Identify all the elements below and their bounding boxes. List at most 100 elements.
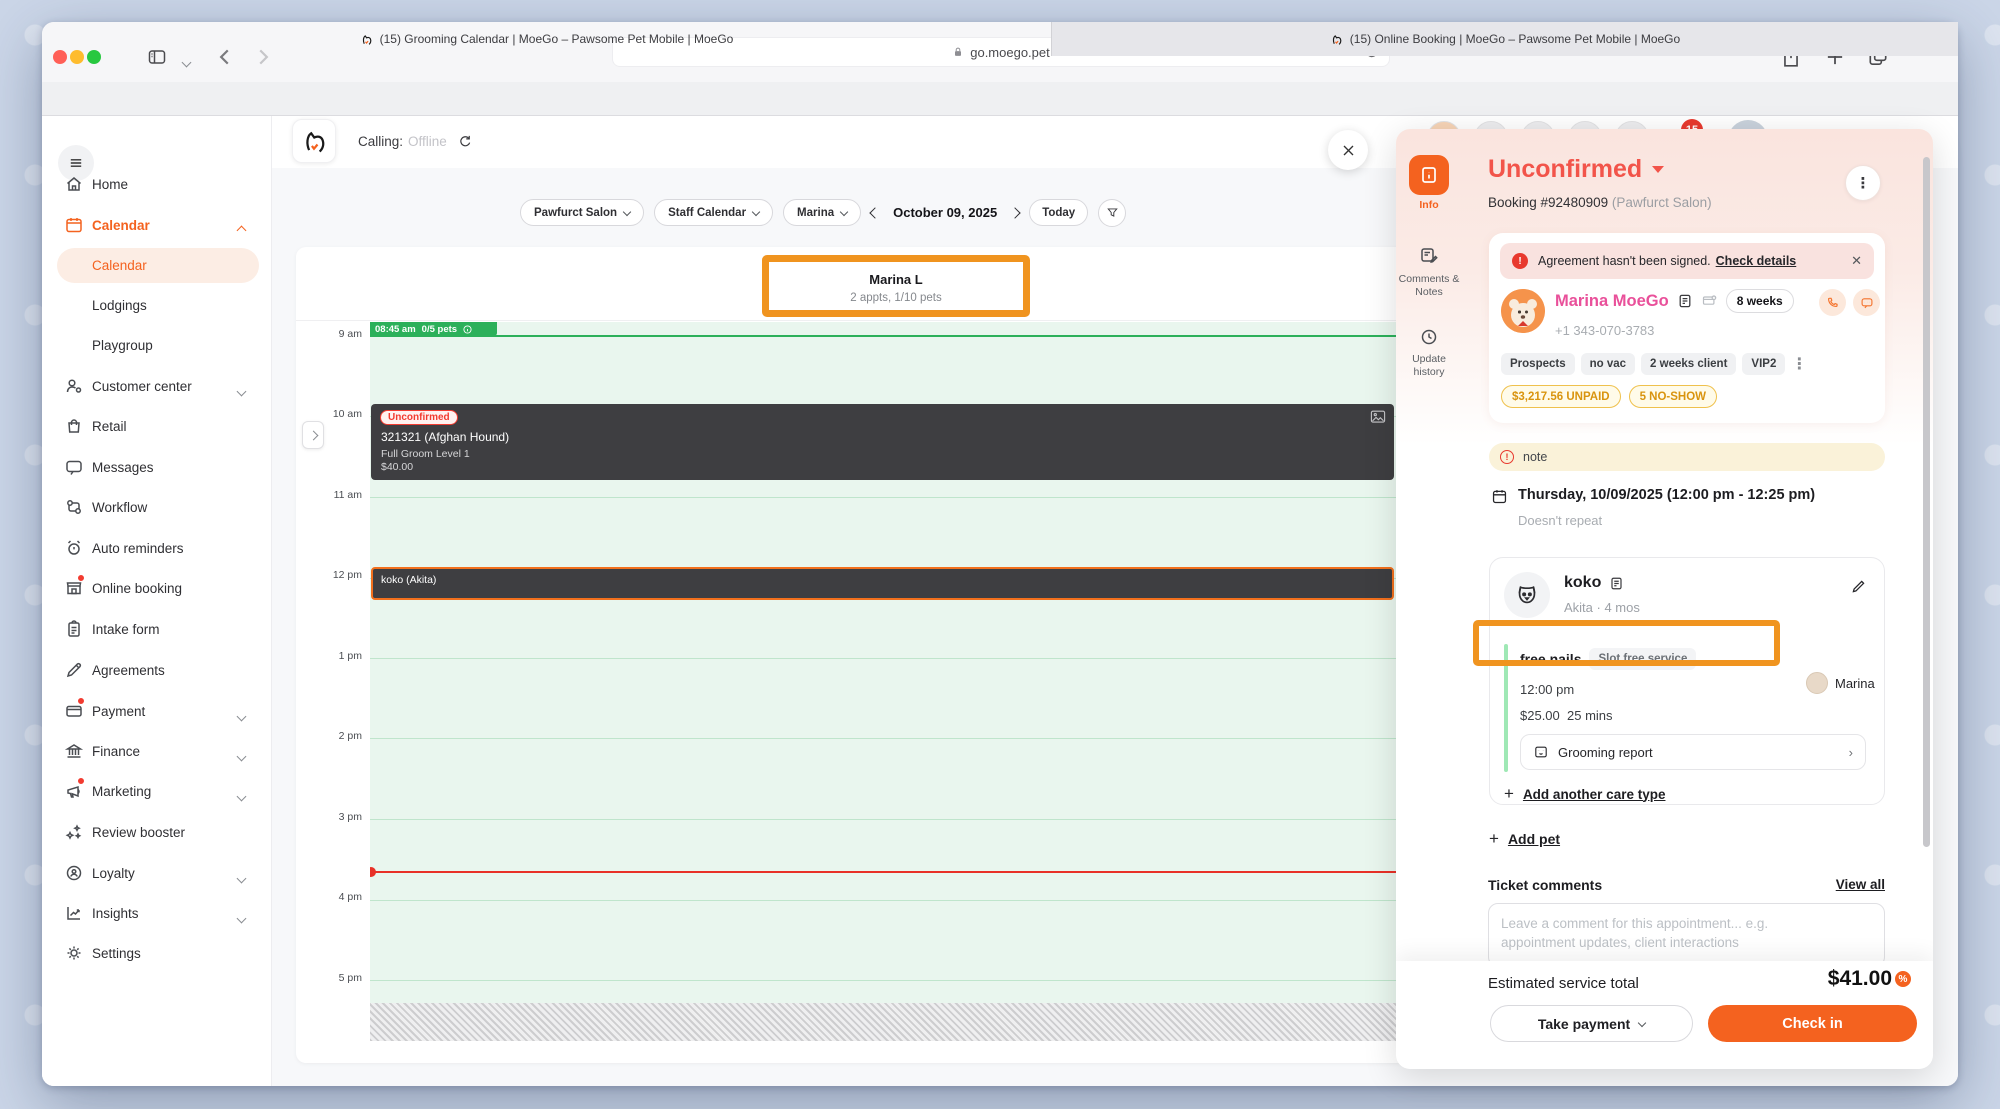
panel-scrollbar[interactable] bbox=[1923, 157, 1930, 847]
service-time: 12:00 pm bbox=[1520, 682, 1574, 697]
close-panel-button[interactable] bbox=[1328, 130, 1368, 170]
view-all-link[interactable]: View all bbox=[1785, 877, 1885, 892]
location-dropdown[interactable]: Pawfurct Salon bbox=[520, 199, 644, 226]
expand-sidebar-chevron[interactable] bbox=[302, 421, 324, 449]
sidebar-item-lodgings[interactable]: Lodgings bbox=[42, 285, 272, 326]
refresh-icon[interactable] bbox=[458, 134, 473, 149]
tag[interactable]: no vac bbox=[1581, 353, 1635, 375]
bank-icon bbox=[64, 741, 84, 761]
chevron-down-icon bbox=[238, 707, 245, 725]
noshow-badge[interactable]: 5 NO-SHOW bbox=[1629, 385, 1717, 408]
time-label: 5 pm bbox=[296, 972, 362, 984]
sidebar-item-settings[interactable]: Settings bbox=[42, 933, 272, 974]
tag[interactable]: Prospects bbox=[1501, 353, 1575, 375]
grooming-report-button[interactable]: Grooming report › bbox=[1520, 734, 1866, 770]
sidebar-item-online-booking[interactable]: Online booking bbox=[42, 568, 272, 609]
pet-note-icon[interactable] bbox=[1609, 576, 1624, 591]
photo-icon bbox=[1370, 410, 1386, 424]
chevron-down-icon bbox=[623, 207, 631, 215]
appointment-koko-selected[interactable]: koko (Akita) bbox=[371, 567, 1394, 600]
prev-day-button[interactable] bbox=[869, 207, 880, 218]
phone-icon bbox=[1826, 296, 1839, 309]
sidebar-item-agreements[interactable]: Agreements bbox=[42, 650, 272, 691]
sidebar-item-loyalty[interactable]: Loyalty bbox=[42, 853, 272, 894]
more-tags-icon[interactable]: ⋮ bbox=[1791, 354, 1807, 374]
filter-button[interactable] bbox=[1098, 199, 1126, 227]
add-care-type-link[interactable]: + Add another care type bbox=[1504, 784, 1665, 804]
staff-name: Marina bbox=[1835, 676, 1875, 691]
next-day-button[interactable] bbox=[1010, 207, 1021, 218]
tag[interactable]: 2 weeks client bbox=[1641, 353, 1736, 375]
tag[interactable]: VIP2 bbox=[1742, 353, 1785, 375]
sidebar-item-review-booster[interactable]: Review booster bbox=[42, 812, 272, 853]
service-price: $25.00 bbox=[1520, 708, 1560, 723]
sidebar-item-intake-form[interactable]: Intake form bbox=[42, 609, 272, 650]
pet-name[interactable]: koko bbox=[1564, 574, 1601, 592]
home-icon bbox=[64, 174, 84, 194]
chevron-down-icon bbox=[840, 207, 848, 215]
status-badge: Unconfirmed bbox=[380, 410, 458, 425]
appointment-datetime: Thursday, 10/09/2025 (12:00 pm - 12:25 p… bbox=[1518, 487, 1815, 503]
view-dropdown[interactable]: Staff Calendar bbox=[654, 199, 773, 226]
sidebar-item-customer-center[interactable]: Customer center bbox=[42, 366, 272, 407]
tab-update-history[interactable] bbox=[1419, 327, 1439, 347]
close-alert-icon[interactable]: ✕ bbox=[1851, 253, 1862, 269]
sidebar-item-messages[interactable]: Messages bbox=[42, 447, 272, 488]
appointment-afghan-hound[interactable]: Unconfirmed 321321 (Afghan Hound) Full G… bbox=[371, 404, 1394, 480]
appointment-service: Full Groom Level 1 bbox=[381, 448, 1394, 460]
today-button[interactable]: Today bbox=[1029, 199, 1088, 226]
annotation-box-staff-header bbox=[762, 255, 1030, 317]
calling-label: Calling: bbox=[358, 134, 403, 149]
total-label: Estimated service total bbox=[1488, 975, 1639, 992]
unpaid-badge[interactable]: $3,217.56 UNPAID bbox=[1501, 385, 1621, 408]
sidebar-item-workflow[interactable]: Workflow bbox=[42, 487, 272, 528]
time-label: 11 am bbox=[296, 489, 362, 501]
annotation-box-free-nails bbox=[1473, 620, 1780, 666]
edit-pencil-icon[interactable] bbox=[1850, 578, 1867, 595]
messages-icon bbox=[64, 457, 84, 477]
booking-note[interactable]: ! note bbox=[1489, 443, 1885, 471]
sidebar-item-playgroup[interactable]: Playgroup bbox=[42, 325, 272, 366]
sidebar-item-finance[interactable]: Finance bbox=[42, 731, 272, 772]
sidebar-item-home[interactable]: Home bbox=[42, 164, 272, 205]
client-name[interactable]: Marina MoeGo bbox=[1555, 292, 1669, 311]
card-on-file-icon[interactable] bbox=[1701, 293, 1718, 309]
add-pet-link[interactable]: + Add pet bbox=[1489, 829, 1560, 849]
message-button[interactable] bbox=[1853, 289, 1880, 316]
call-button[interactable] bbox=[1819, 289, 1846, 316]
capacity-badge[interactable]: 08:45 am 0/5 pets bbox=[370, 322, 497, 336]
comment-input[interactable]: Leave a comment for this appointment... … bbox=[1488, 903, 1885, 967]
sidebar-item-auto-reminders[interactable]: Auto reminders bbox=[42, 528, 272, 569]
sidebar-item-payment[interactable]: Payment bbox=[42, 691, 272, 732]
check-details-link[interactable]: Check details bbox=[1716, 254, 1797, 268]
tab-online-booking[interactable]: (15) Online Booking | MoeGo – Pawsome Pe… bbox=[1051, 22, 1958, 56]
pet-avatar[interactable] bbox=[1504, 572, 1550, 618]
assigned-staff: Marina bbox=[1806, 672, 1875, 694]
discount-badge-icon[interactable]: % bbox=[1895, 971, 1911, 987]
client-avatar[interactable] bbox=[1501, 289, 1545, 333]
tab-grooming-calendar[interactable]: (15) Grooming Calendar | MoeGo – Pawsome… bbox=[42, 22, 1051, 56]
tab-update-label2: history bbox=[1396, 366, 1462, 379]
tab-comments-notes[interactable] bbox=[1419, 245, 1439, 265]
tab-info[interactable] bbox=[1409, 155, 1449, 195]
calendar-grid[interactable]: 08:45 am 0/5 pets Unconfirmed 321321 (Af… bbox=[370, 322, 1422, 1003]
visit-frequency-pill[interactable]: 8 weeks bbox=[1726, 289, 1794, 313]
client-card: ! Agreement hasn't been signed. Check de… bbox=[1489, 233, 1885, 423]
client-note-icon[interactable] bbox=[1677, 293, 1693, 309]
pomeranian-avatar bbox=[1501, 289, 1545, 333]
more-options-button[interactable]: ⋮ bbox=[1845, 165, 1881, 201]
sidebar-item-calendar[interactable]: Calendar bbox=[42, 205, 272, 246]
clipboard-icon bbox=[64, 619, 84, 639]
app-sidebar: Home Calendar Calendar Lodgings Playgrou… bbox=[42, 116, 272, 1086]
sidebar-item-marketing[interactable]: Marketing bbox=[42, 771, 272, 812]
booking-status-dropdown[interactable]: Unconfirmed bbox=[1488, 155, 1664, 184]
staff-dropdown[interactable]: Marina bbox=[783, 199, 861, 226]
sidebar-item-insights[interactable]: Insights bbox=[42, 893, 272, 934]
sidebar-item-retail[interactable]: Retail bbox=[42, 406, 272, 447]
sidebar-item-calendar-sub[interactable]: Calendar bbox=[42, 245, 272, 286]
take-payment-button[interactable]: Take payment bbox=[1490, 1005, 1693, 1042]
staff-avatar bbox=[1806, 672, 1828, 694]
tab-comments-label2: Notes bbox=[1396, 286, 1462, 299]
check-in-button[interactable]: Check in bbox=[1708, 1005, 1917, 1042]
workflow-icon bbox=[64, 497, 84, 517]
